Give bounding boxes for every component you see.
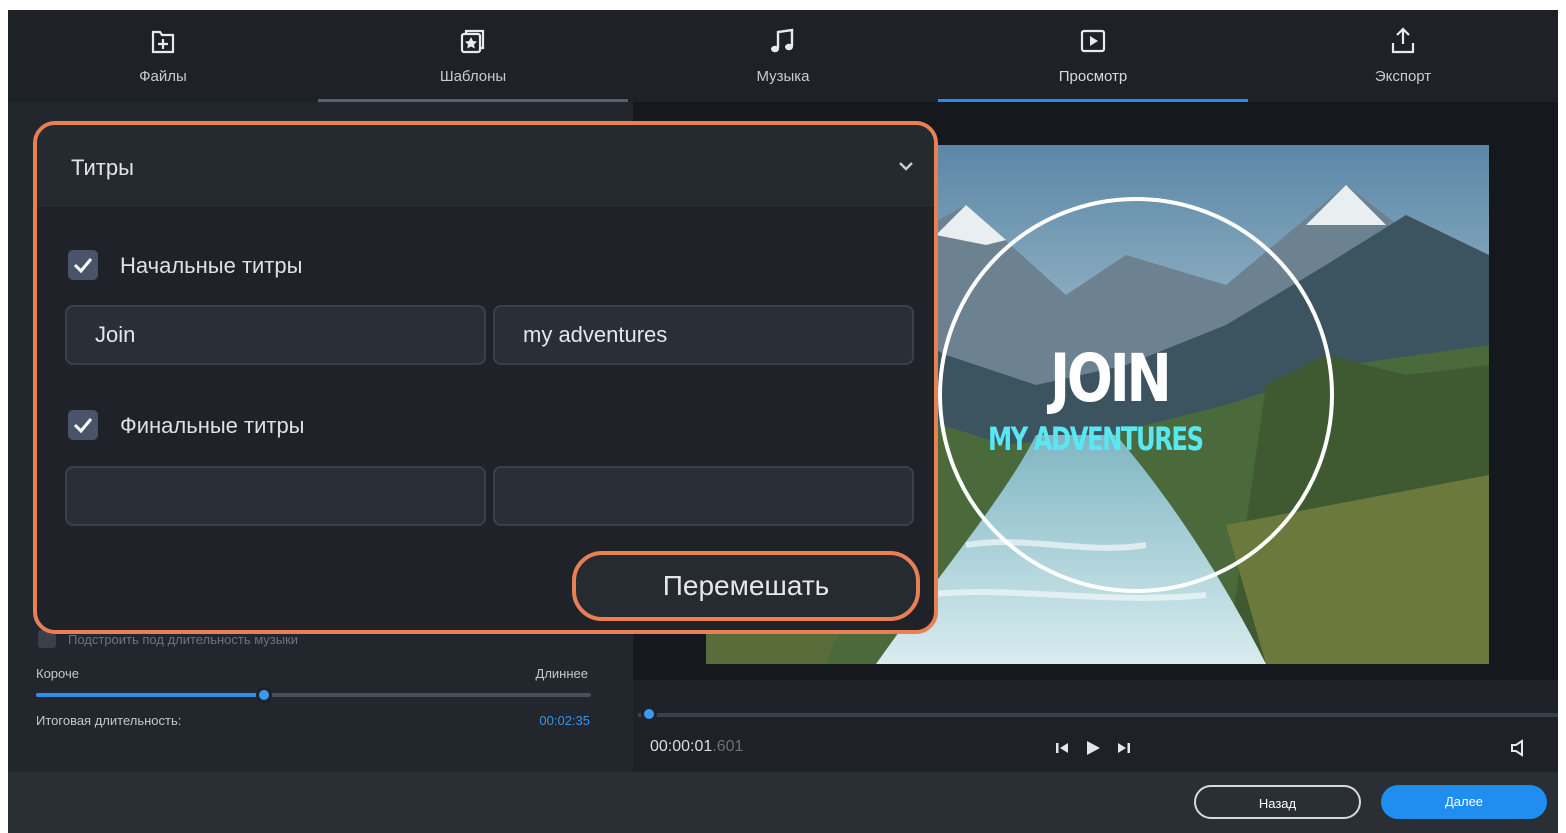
closing-title-line1-input[interactable] bbox=[67, 468, 484, 524]
tab-preview[interactable]: Просмотр bbox=[938, 10, 1248, 102]
speaker-icon bbox=[1511, 739, 1523, 757]
total-duration-value: 00:02:35 bbox=[539, 713, 590, 728]
tab-preview-label: Просмотр bbox=[1058, 68, 1128, 85]
tab-files-label: Файлы bbox=[139, 68, 187, 85]
tab-export-label: Экспорт bbox=[1374, 68, 1432, 85]
closing-titles-row[interactable]: Финальные титры bbox=[68, 410, 388, 440]
tab-templates-label: Шаблоны bbox=[439, 68, 507, 85]
music-note-icon bbox=[769, 26, 797, 56]
closing-title-line2-field[interactable] bbox=[493, 466, 914, 526]
shuffle-button-label: Перемешать bbox=[662, 570, 830, 601]
closing-titles-label: Финальные титры bbox=[120, 413, 305, 438]
opening-title-line1-field[interactable] bbox=[65, 305, 486, 365]
preview-title-sub: MY ADVENTURES bbox=[988, 420, 1204, 458]
checkmark-icon bbox=[73, 418, 93, 434]
play-icon bbox=[1087, 741, 1100, 755]
play-preview-icon bbox=[1079, 26, 1107, 56]
templates-icon bbox=[459, 26, 487, 56]
longer-label: Длиннее bbox=[535, 666, 588, 681]
opening-titles-label: Начальные титры bbox=[120, 253, 303, 278]
preview-title-main: JOIN bbox=[1050, 340, 1172, 417]
export-icon bbox=[1389, 26, 1417, 56]
opening-title-line2-input[interactable] bbox=[495, 307, 912, 363]
skip-back-button[interactable] bbox=[1053, 739, 1073, 757]
skip-back-icon bbox=[1056, 743, 1068, 753]
timecode-ms: .601 bbox=[712, 738, 744, 755]
timecode-main: 00:00:01 bbox=[650, 738, 713, 755]
duration-slider-fill bbox=[36, 693, 264, 697]
top-navigation: Файлы Шаблоны Музыка Просмотр Экспорт bbox=[8, 10, 1558, 102]
skip-forward-icon bbox=[1118, 743, 1130, 753]
timeline-scrubber[interactable] bbox=[638, 713, 1558, 717]
closing-titles-checkbox[interactable] bbox=[68, 410, 98, 440]
titles-panel: Титры Начальные титры Финальные титры bbox=[33, 121, 938, 634]
skip-forward-button[interactable] bbox=[1113, 739, 1133, 757]
closing-title-line1-field[interactable] bbox=[65, 466, 486, 526]
tab-files[interactable]: Файлы bbox=[8, 10, 318, 102]
chevron-down-icon bbox=[898, 159, 914, 171]
shorter-label: Короче bbox=[36, 666, 79, 681]
checkmark-icon bbox=[73, 258, 93, 274]
back-button-label: Назад bbox=[1258, 796, 1297, 811]
add-file-icon bbox=[149, 26, 177, 56]
opening-titles-checkbox[interactable] bbox=[68, 250, 98, 280]
titles-header[interactable]: Титры bbox=[37, 125, 934, 207]
player-controls bbox=[633, 680, 1558, 772]
tab-templates[interactable]: Шаблоны bbox=[318, 10, 628, 102]
tab-music[interactable]: Музыка bbox=[628, 10, 938, 102]
timeline-playhead[interactable] bbox=[641, 706, 657, 722]
opening-title-line2-field[interactable] bbox=[493, 305, 914, 365]
back-button[interactable]: Назад bbox=[1194, 785, 1361, 819]
volume-button[interactable] bbox=[1508, 739, 1528, 757]
tab-music-label: Музыка bbox=[756, 68, 810, 85]
timecode-display: 00:00:01.601 bbox=[650, 738, 743, 756]
closing-title-line2-input[interactable] bbox=[495, 468, 912, 524]
next-button[interactable]: Далее bbox=[1381, 785, 1547, 819]
duration-slider[interactable] bbox=[36, 687, 591, 703]
duration-slider-handle[interactable] bbox=[255, 687, 272, 703]
fit-to-music-label: Подстроить под длительность музыки bbox=[68, 632, 299, 647]
tab-export[interactable]: Экспорт bbox=[1248, 10, 1558, 102]
next-button-label: Далее bbox=[1444, 794, 1484, 809]
opening-titles-row[interactable]: Начальные титры bbox=[68, 250, 388, 280]
app-window: Файлы Шаблоны Музыка Просмотр Экспорт По… bbox=[8, 10, 1558, 833]
play-button[interactable] bbox=[1083, 739, 1103, 757]
shuffle-button[interactable]: Перемешать bbox=[572, 551, 920, 621]
opening-title-line1-input[interactable] bbox=[67, 307, 484, 363]
titles-header-label: Титры bbox=[71, 155, 134, 180]
total-duration-label: Итоговая длительность: bbox=[36, 713, 182, 728]
